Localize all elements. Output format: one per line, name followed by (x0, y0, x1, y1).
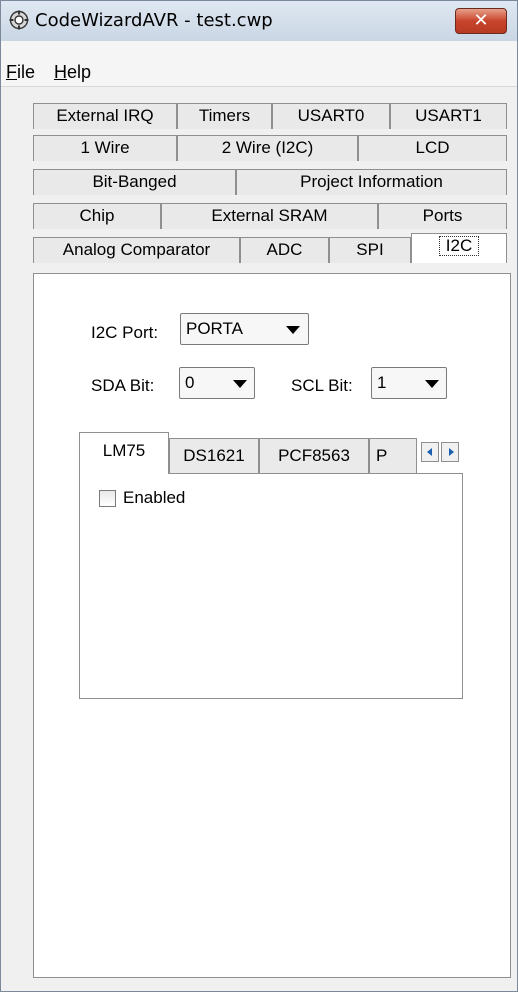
chevron-down-icon (286, 326, 300, 334)
i2c-port-select[interactable]: PORTA (180, 313, 309, 345)
sda-bit-label: SDA Bit: (91, 376, 155, 395)
tab-project-information[interactable]: Project Information (236, 169, 507, 195)
tab-2-wire-i2c[interactable]: 2 Wire (I2C) (177, 135, 358, 161)
arrow-left-icon (427, 448, 432, 456)
tab-lm75[interactable]: LM75 (79, 432, 169, 474)
menu-file[interactable]: File (6, 62, 35, 83)
window-title: CodeWizardAVR - test.cwp (35, 10, 273, 31)
menu-help[interactable]: Help (54, 62, 91, 83)
chevron-down-icon (425, 380, 439, 388)
enabled-label[interactable]: Enabled (123, 488, 185, 508)
tab-ds1621[interactable]: DS1621 (169, 438, 259, 474)
tab-adc[interactable]: ADC (240, 237, 329, 263)
tab-partial[interactable]: P (369, 438, 417, 474)
close-button[interactable]: ✕ (455, 8, 507, 34)
tab-scroll-right-button[interactable] (441, 442, 459, 462)
tab-1-wire[interactable]: 1 Wire (33, 135, 177, 161)
scl-bit-label: SCL Bit: (291, 376, 353, 395)
title-bar[interactable]: CodeWizardAVR - test.cwp ✕ (1, 1, 517, 42)
tab-external-sram[interactable]: External SRAM (161, 203, 378, 229)
enabled-checkbox[interactable] (99, 490, 116, 507)
sda-bit-select[interactable]: 0 (179, 367, 255, 399)
arrow-right-icon (449, 448, 454, 456)
scl-bit-select[interactable]: 1 (371, 367, 447, 399)
tab-chip[interactable]: Chip (33, 203, 161, 229)
tab-i2c[interactable]: I2C (411, 233, 507, 263)
tab-usart1[interactable]: USART1 (390, 103, 507, 129)
tab-spi[interactable]: SPI (329, 237, 411, 263)
i2c-port-label: I2C Port: (91, 323, 159, 342)
tab-pcf8563[interactable]: PCF8563 (259, 438, 369, 474)
tab-bit-banged[interactable]: Bit-Banged (33, 169, 236, 195)
tab-usart0[interactable]: USART0 (272, 103, 390, 129)
tab-timers[interactable]: Timers (177, 103, 272, 129)
gear-app-icon (9, 10, 29, 30)
tab-external-irq[interactable]: External IRQ (33, 103, 177, 129)
tab-analog-comparator[interactable]: Analog Comparator (33, 237, 240, 263)
tab-lcd[interactable]: LCD (358, 135, 507, 161)
tab-scroll-left-button[interactable] (421, 442, 439, 462)
close-icon: ✕ (473, 10, 489, 31)
menu-bar: File Help (1, 41, 517, 87)
chevron-down-icon (233, 380, 247, 388)
tab-ports[interactable]: Ports (378, 203, 507, 229)
app-window: CodeWizardAVR - test.cwp ✕ File Help Ext… (0, 0, 518, 992)
